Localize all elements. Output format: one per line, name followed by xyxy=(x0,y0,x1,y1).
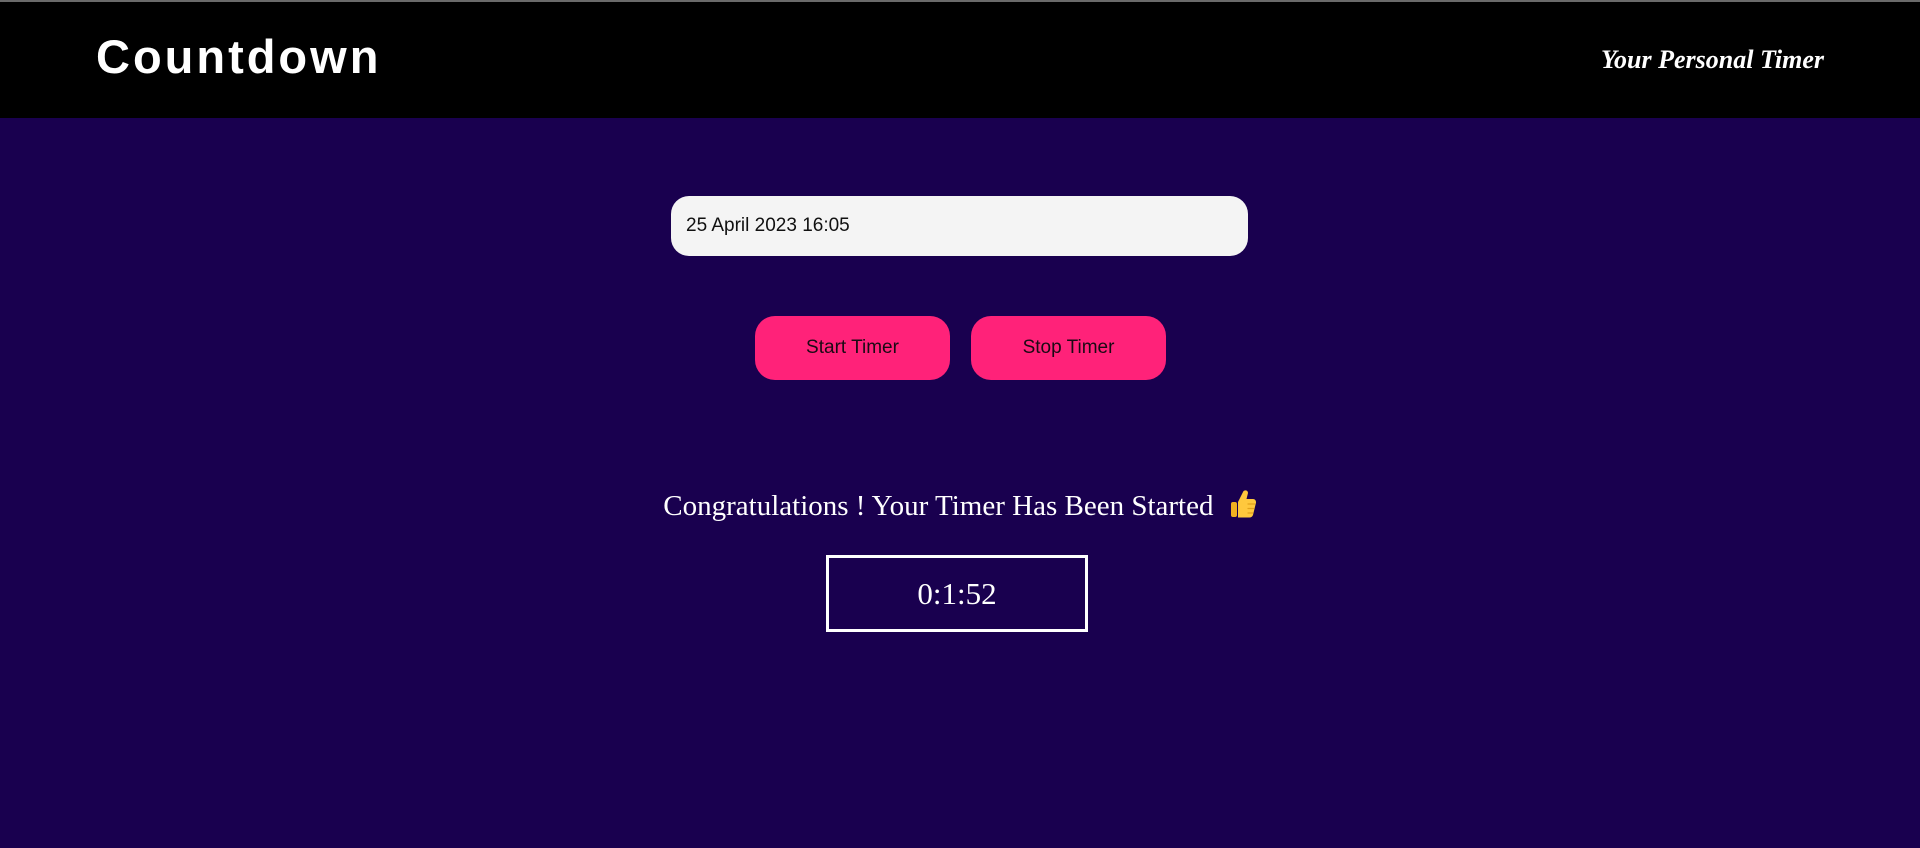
thumbs-up-icon xyxy=(1229,488,1257,520)
countdown-display: 0:1:52 xyxy=(826,555,1088,632)
status-message-row: Congratulations ! Your Timer Has Been St… xyxy=(0,488,1920,524)
brand-title: Countdown xyxy=(96,30,382,83)
date-time-input[interactable] xyxy=(671,196,1248,256)
stop-timer-button[interactable]: Stop Timer xyxy=(971,316,1166,380)
page-header: Countdown Your Personal Timer xyxy=(0,2,1920,118)
start-timer-button[interactable]: Start Timer xyxy=(755,316,950,380)
countdown-value: 0:1:52 xyxy=(917,575,997,611)
header-tagline: Your Personal Timer xyxy=(1601,45,1824,74)
status-message: Congratulations ! Your Timer Has Been St… xyxy=(663,490,1214,522)
